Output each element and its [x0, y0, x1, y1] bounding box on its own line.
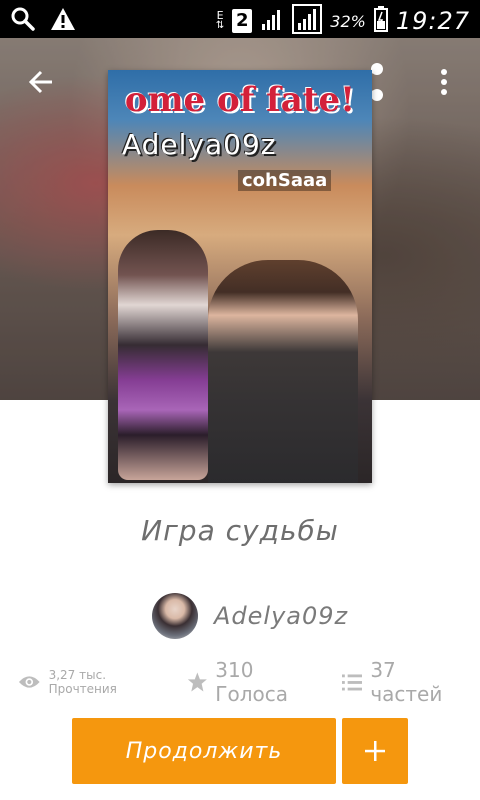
back-button[interactable]	[22, 62, 62, 102]
cover-banner-text: ome of fate!	[124, 80, 356, 120]
status-bar: E ⇅ 2 32% 19:27	[0, 0, 480, 38]
votes-stat: 310 Голоса	[187, 658, 326, 706]
cover-subtitle-text: cohSaaa	[238, 170, 332, 191]
star-icon	[187, 672, 207, 692]
cover-author-text: Adelya09z	[122, 128, 277, 161]
list-icon	[341, 674, 363, 691]
sim-2-icon: 2	[232, 9, 253, 33]
add-to-library-button[interactable]	[342, 718, 408, 784]
continue-reading-button[interactable]: Продолжить	[72, 718, 336, 784]
reads-count: 3,27 тыс. Прочтения	[48, 668, 117, 696]
search-icon	[10, 6, 36, 36]
cover-figure-boy	[208, 260, 358, 483]
parts-stat: 37 частей	[341, 658, 468, 706]
back-arrow-icon	[28, 70, 52, 94]
story-title: Игра судьбы	[141, 514, 339, 547]
parts-count: 37 частей	[370, 658, 443, 706]
votes-count: 310 Голоса	[215, 658, 288, 706]
cover-figure-girl	[118, 230, 208, 480]
story-cover-image[interactable]: ome of fate! Adelya09z cohSaaa	[108, 70, 372, 483]
battery-icon	[373, 6, 388, 36]
more-options-button[interactable]	[424, 62, 464, 102]
signal-boxed-icon	[292, 4, 323, 38]
clock: 19:27	[395, 7, 470, 35]
reads-stat: 3,27 тыс. Прочтения	[18, 668, 171, 696]
battery-percent: 32%	[330, 11, 366, 31]
data-arrows-icon: E ⇅	[215, 9, 225, 31]
story-stats: 3,27 тыс. Прочтения 310 Голоса 37 частей	[18, 658, 468, 706]
plus-icon	[365, 741, 385, 761]
author-row[interactable]: Adelya09z	[152, 592, 348, 640]
eye-icon	[18, 676, 40, 688]
author-name[interactable]: Adelya09z	[214, 602, 348, 630]
warning-icon	[50, 7, 76, 35]
more-vertical-icon	[441, 69, 447, 95]
signal-icon	[260, 7, 284, 35]
author-avatar[interactable]	[152, 593, 198, 639]
